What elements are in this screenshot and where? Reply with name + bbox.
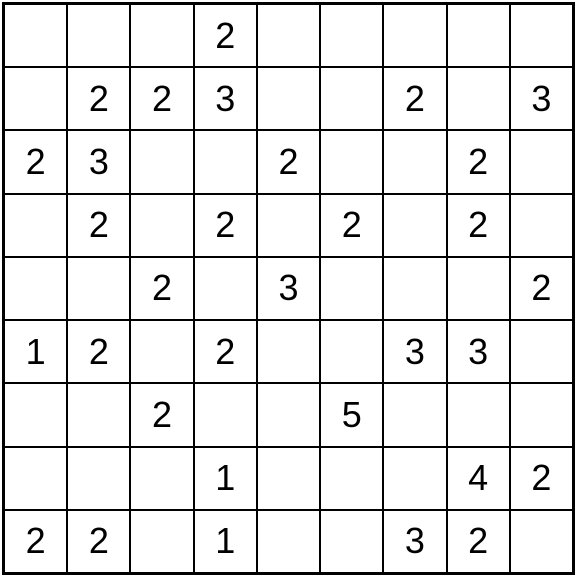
grid-cell[interactable] bbox=[447, 257, 510, 320]
grid-cell[interactable] bbox=[447, 67, 510, 130]
grid-cell[interactable] bbox=[510, 510, 573, 573]
grid-cell[interactable] bbox=[383, 4, 446, 67]
grid-cell[interactable]: 1 bbox=[194, 447, 257, 510]
grid-cell[interactable]: 2 bbox=[4, 510, 67, 573]
grid-cell[interactable]: 3 bbox=[67, 130, 130, 193]
grid-cell[interactable]: 3 bbox=[447, 320, 510, 383]
grid-cell[interactable] bbox=[67, 383, 130, 446]
grid-cell[interactable]: 2 bbox=[447, 194, 510, 257]
grid-cell[interactable] bbox=[510, 130, 573, 193]
grid-cell[interactable] bbox=[194, 130, 257, 193]
grid-cell[interactable] bbox=[257, 194, 320, 257]
grid-cell[interactable]: 2 bbox=[447, 510, 510, 573]
grid-cell[interactable] bbox=[130, 4, 193, 67]
grid-cell[interactable]: 3 bbox=[383, 510, 446, 573]
grid-cell[interactable]: 3 bbox=[383, 320, 446, 383]
grid-cell[interactable]: 2 bbox=[67, 67, 130, 130]
grid-cell[interactable]: 2 bbox=[257, 130, 320, 193]
grid-cell[interactable] bbox=[320, 4, 383, 67]
grid-cell[interactable]: 2 bbox=[510, 257, 573, 320]
grid-cell[interactable]: 1 bbox=[194, 510, 257, 573]
grid-cell[interactable]: 2 bbox=[510, 447, 573, 510]
grid-cell[interactable] bbox=[130, 510, 193, 573]
grid-cell[interactable]: 2 bbox=[383, 67, 446, 130]
grid-cell[interactable] bbox=[320, 257, 383, 320]
grid-cell[interactable] bbox=[320, 67, 383, 130]
grid-cell[interactable] bbox=[383, 257, 446, 320]
grid-cell[interactable] bbox=[130, 130, 193, 193]
grid-cell[interactable] bbox=[510, 383, 573, 446]
grid-cell[interactable] bbox=[4, 67, 67, 130]
grid-cell[interactable]: 2 bbox=[67, 320, 130, 383]
grid-cell[interactable]: 2 bbox=[194, 4, 257, 67]
grid-cell[interactable] bbox=[320, 510, 383, 573]
grid-cell[interactable] bbox=[67, 447, 130, 510]
grid-cell[interactable] bbox=[257, 510, 320, 573]
grid-cell[interactable]: 3 bbox=[194, 67, 257, 130]
grid-cell[interactable] bbox=[4, 194, 67, 257]
grid-cell[interactable] bbox=[383, 447, 446, 510]
grid-cell[interactable] bbox=[320, 320, 383, 383]
grid-cell[interactable] bbox=[320, 447, 383, 510]
grid-cell[interactable] bbox=[4, 383, 67, 446]
grid-cell[interactable] bbox=[320, 130, 383, 193]
grid-cell[interactable] bbox=[383, 194, 446, 257]
grid-cell[interactable]: 2 bbox=[130, 257, 193, 320]
grid-cell[interactable] bbox=[130, 447, 193, 510]
grid-cell[interactable]: 2 bbox=[194, 194, 257, 257]
grid-cell[interactable] bbox=[4, 4, 67, 67]
grid-cell[interactable] bbox=[130, 194, 193, 257]
grid-cell[interactable]: 2 bbox=[67, 194, 130, 257]
grid-cell[interactable] bbox=[194, 383, 257, 446]
grid-cell[interactable] bbox=[194, 257, 257, 320]
grid-cell[interactable] bbox=[447, 383, 510, 446]
grid-cell[interactable] bbox=[510, 194, 573, 257]
grid-cell[interactable] bbox=[257, 67, 320, 130]
grid-cell[interactable]: 2 bbox=[67, 510, 130, 573]
grid-cell[interactable]: 3 bbox=[510, 67, 573, 130]
grid-cell[interactable] bbox=[257, 447, 320, 510]
grid-cell[interactable] bbox=[4, 447, 67, 510]
grid-cell[interactable] bbox=[130, 320, 193, 383]
grid-cell[interactable] bbox=[67, 4, 130, 67]
grid-cell[interactable] bbox=[510, 320, 573, 383]
puzzle-grid: 2 2 2 3 2 3 2 3 2 2 2 2 2 2 2 3 2 1 2 2 … bbox=[2, 2, 575, 575]
grid-cell[interactable] bbox=[257, 4, 320, 67]
grid-cell[interactable] bbox=[4, 257, 67, 320]
grid-cell[interactable]: 4 bbox=[447, 447, 510, 510]
grid-cell[interactable] bbox=[383, 130, 446, 193]
grid-cell[interactable]: 2 bbox=[130, 383, 193, 446]
grid-cell[interactable]: 2 bbox=[320, 194, 383, 257]
grid-cell[interactable] bbox=[447, 4, 510, 67]
grid-cell[interactable] bbox=[383, 383, 446, 446]
grid-cell[interactable]: 5 bbox=[320, 383, 383, 446]
grid-cell[interactable] bbox=[257, 383, 320, 446]
grid-cell[interactable]: 3 bbox=[257, 257, 320, 320]
grid-cell[interactable]: 2 bbox=[447, 130, 510, 193]
grid-cell[interactable]: 2 bbox=[4, 130, 67, 193]
grid-cell[interactable] bbox=[67, 257, 130, 320]
grid-cell[interactable] bbox=[510, 4, 573, 67]
grid-cell[interactable]: 1 bbox=[4, 320, 67, 383]
grid-cell[interactable] bbox=[257, 320, 320, 383]
grid-cell[interactable]: 2 bbox=[130, 67, 193, 130]
grid-cell[interactable]: 2 bbox=[194, 320, 257, 383]
